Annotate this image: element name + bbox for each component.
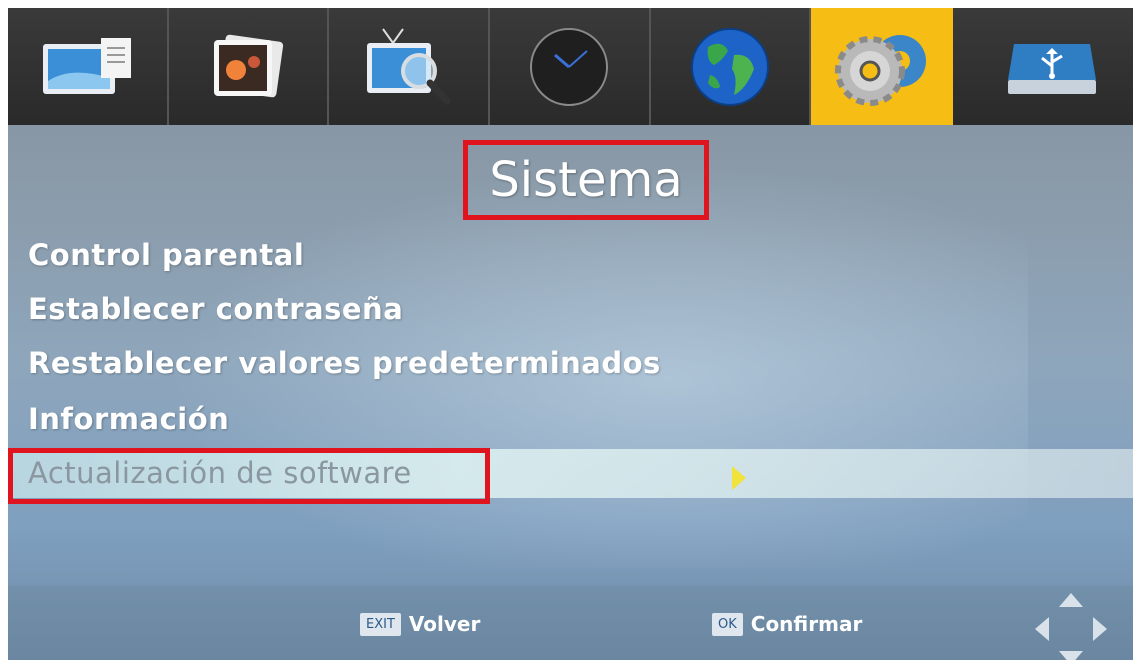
confirm-label: Confirmar xyxy=(750,612,863,636)
tab-picture[interactable] xyxy=(8,8,169,125)
tab-photos[interactable] xyxy=(169,8,330,125)
tab-network[interactable] xyxy=(651,8,812,125)
tv-screen: Sistema Control parental Establecer cont… xyxy=(8,8,1133,660)
confirm-hint[interactable]: OK Confirmar xyxy=(712,612,862,636)
clock-icon xyxy=(530,27,609,106)
menu-item-control-parental[interactable]: Control parental xyxy=(28,238,304,272)
page-title: Sistema xyxy=(489,152,683,208)
menu-item-information[interactable]: Información xyxy=(28,402,229,436)
tv-search-icon xyxy=(366,27,451,104)
tab-time[interactable] xyxy=(490,8,651,125)
picture-frame-icon xyxy=(43,37,132,94)
menu-item-restore-defaults[interactable]: Restablecer valores predeterminados xyxy=(28,346,661,380)
back-hint[interactable]: EXIT Volver xyxy=(360,612,480,636)
photo-stack-icon xyxy=(214,34,284,97)
usb-drive-icon xyxy=(1007,43,1096,94)
footer-bar xyxy=(8,586,1133,660)
menu-item-set-password[interactable]: Establecer contraseña xyxy=(28,292,403,326)
tab-tv-search[interactable] xyxy=(329,8,491,125)
ok-key-icon: OK xyxy=(712,612,743,636)
tab-system[interactable] xyxy=(811,8,954,125)
exit-key-icon: EXIT xyxy=(360,612,401,636)
page-title-box: Sistema xyxy=(463,140,709,220)
globe-icon xyxy=(691,27,770,106)
gear-settings-icon xyxy=(835,34,927,106)
selected-item-outline xyxy=(8,448,490,504)
submenu-arrow-icon xyxy=(732,466,746,490)
category-bar xyxy=(8,8,1133,125)
tab-usb[interactable] xyxy=(971,8,1132,125)
back-label: Volver xyxy=(408,612,481,636)
dpad-navigation-icon xyxy=(1035,593,1107,660)
